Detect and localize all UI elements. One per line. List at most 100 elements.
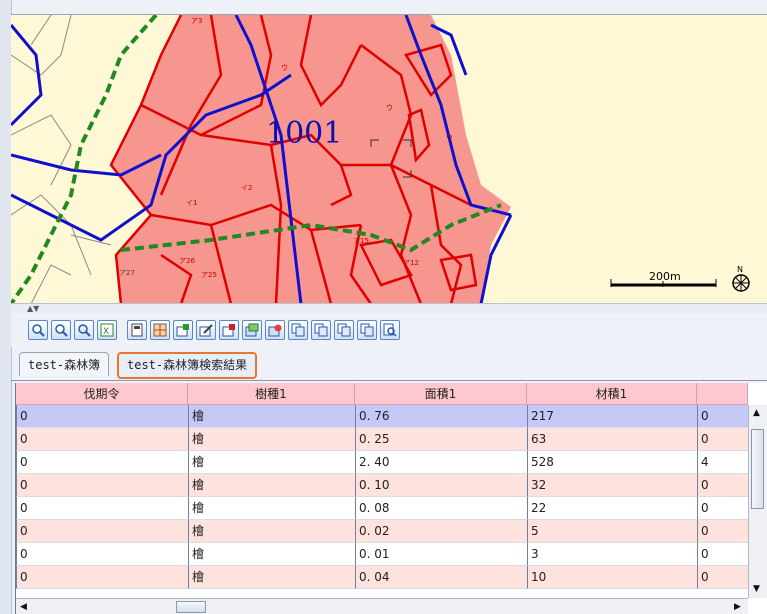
- table-cell: 0: [16, 405, 188, 428]
- table-row[interactable]: 0 檜 2. 40 528 4: [16, 451, 748, 474]
- column-header[interactable]: [697, 383, 748, 405]
- table-cell: 4: [697, 451, 748, 474]
- table-cell: 2. 40: [355, 451, 527, 474]
- table-cell: 0: [697, 428, 748, 451]
- parcel-label: イ2: [241, 184, 252, 192]
- table-row[interactable]: 0 檜 0. 08 22 0: [16, 497, 748, 520]
- copy-icon[interactable]: [357, 320, 377, 340]
- copy-icon[interactable]: [288, 320, 308, 340]
- table-cell: 檜: [188, 543, 355, 566]
- zoom-out-icon[interactable]: [51, 320, 71, 340]
- table-cell: 檜: [188, 428, 355, 451]
- table-row[interactable]: 0 檜 0. 04 10 0: [16, 566, 748, 589]
- tab-label: test-森林簿検索結果: [127, 358, 248, 372]
- table-cell: 0: [16, 520, 188, 543]
- table-cell: 0. 08: [355, 497, 527, 520]
- excel-export-icon[interactable]: X: [97, 320, 117, 340]
- map-canvas[interactable]: ア3 ウ ウ ウ イ1 イ2 ア15 ア26 ア25 ア12 ア27 1001: [11, 15, 767, 304]
- edit-record-icon[interactable]: [196, 320, 216, 340]
- table-cell: 5: [527, 520, 697, 543]
- table-cell: 0: [16, 566, 188, 589]
- table-cell: 22: [527, 497, 697, 520]
- copy-icon[interactable]: [334, 320, 354, 340]
- table-cell: 檜: [188, 566, 355, 589]
- toolbar: X: [11, 313, 767, 347]
- table-cell: 0. 10: [355, 474, 527, 497]
- svg-text:X: X: [103, 327, 109, 337]
- table-cell: 0: [697, 543, 748, 566]
- table-cell: 0: [697, 566, 748, 589]
- parcel-label: ア12: [403, 259, 419, 267]
- table-row[interactable]: 0 檜 0. 10 32 0: [16, 474, 748, 497]
- table-cell: 217: [527, 405, 697, 428]
- north-arrow-icon: N: [732, 265, 750, 292]
- parcel-label: ウ: [386, 104, 393, 112]
- parcel-label: イ1: [186, 199, 197, 207]
- layer-icon[interactable]: [242, 320, 262, 340]
- area-number-label: 1001: [266, 116, 342, 151]
- table-cell: 0. 25: [355, 428, 527, 451]
- tab-label: test-森林簿: [28, 358, 101, 372]
- scroll-left-arrow-icon[interactable]: ◀: [20, 601, 27, 613]
- table-row[interactable]: 0 檜 0. 02 5 0: [16, 520, 748, 543]
- table-row[interactable]: 0 檜 0. 76 217 0: [16, 405, 748, 428]
- table-row[interactable]: 0 檜 0. 25 63 0: [16, 428, 748, 451]
- parcel-label: ウ: [281, 64, 288, 72]
- map-view[interactable]: ア3 ウ ウ ウ イ1 イ2 ア15 ア26 ア25 ア12 ア27 1001: [11, 14, 767, 304]
- column-header[interactable]: 材積1: [527, 383, 697, 405]
- parcel-label: ア27: [119, 269, 135, 277]
- parcel-label: ウ: [446, 134, 453, 142]
- scale-bar: 200m: [610, 270, 717, 287]
- horizontal-scrollbar[interactable]: ◀ ▶: [16, 598, 748, 614]
- parcel-label: ア15: [353, 237, 369, 245]
- table-cell: 0. 02: [355, 520, 527, 543]
- scroll-up-arrow-icon[interactable]: ▲: [753, 407, 760, 419]
- horizontal-scroll-thumb[interactable]: [176, 601, 206, 613]
- scroll-right-arrow-icon[interactable]: ▶: [734, 601, 741, 613]
- scale-label: 200m: [649, 270, 681, 283]
- table-row[interactable]: 0 檜 0. 01 3 0: [16, 543, 748, 566]
- table-cell: 檜: [188, 497, 355, 520]
- table-cell: 檜: [188, 520, 355, 543]
- parcel-label: ア3: [191, 17, 202, 25]
- app-window: ア3 ウ ウ ウ イ1 イ2 ア15 ア26 ア25 ア12 ア27 1001: [0, 0, 767, 614]
- calculator-icon[interactable]: [127, 320, 147, 340]
- results-table[interactable]: 伐期令 樹種1 面積1 材積1 0 檜 0. 76 217 0 0 檜 0. 2…: [15, 383, 767, 614]
- delete-record-icon[interactable]: [219, 320, 239, 340]
- column-header[interactable]: 伐期令: [16, 383, 188, 405]
- north-label: N: [737, 265, 743, 274]
- table-cell: 528: [527, 451, 697, 474]
- table-cell: 0: [16, 543, 188, 566]
- column-header[interactable]: 面積1: [355, 383, 527, 405]
- table-cell: 0. 01: [355, 543, 527, 566]
- map-grid-icon[interactable]: [150, 320, 170, 340]
- tab-forest-register[interactable]: test-森林簿: [19, 352, 110, 376]
- zoom-select-icon[interactable]: [74, 320, 94, 340]
- vertical-scrollbar[interactable]: ▲ ▼: [748, 405, 767, 598]
- table-cell: 0: [697, 405, 748, 428]
- zoom-in-icon[interactable]: [28, 320, 48, 340]
- column-header[interactable]: 樹種1: [188, 383, 355, 405]
- table-cell: 0: [16, 497, 188, 520]
- parcel-label: ア25: [201, 271, 217, 279]
- table-cell: 10: [527, 566, 697, 589]
- add-record-icon[interactable]: [173, 320, 193, 340]
- table-cell: 0. 76: [355, 405, 527, 428]
- table-cell: 32: [527, 474, 697, 497]
- table-cell: 檜: [188, 451, 355, 474]
- scroll-down-arrow-icon[interactable]: ▼: [753, 583, 760, 595]
- search-icon[interactable]: [380, 320, 400, 340]
- table-cell: 0: [697, 497, 748, 520]
- tab-forest-register-search-results[interactable]: test-森林簿検索結果: [117, 352, 258, 379]
- clear-icon[interactable]: [265, 320, 285, 340]
- parcel-label: ア26: [179, 257, 195, 265]
- copy-icon[interactable]: [311, 320, 331, 340]
- table-cell: 0: [16, 451, 188, 474]
- vertical-scroll-thumb[interactable]: [751, 429, 764, 509]
- table-cell: 0: [697, 474, 748, 497]
- table-cell: 63: [527, 428, 697, 451]
- collapse-arrows-icon[interactable]: ▲▼: [27, 304, 39, 313]
- table-cell: 3: [527, 543, 697, 566]
- table-cell: 0: [697, 520, 748, 543]
- table-cell: 0: [16, 474, 188, 497]
